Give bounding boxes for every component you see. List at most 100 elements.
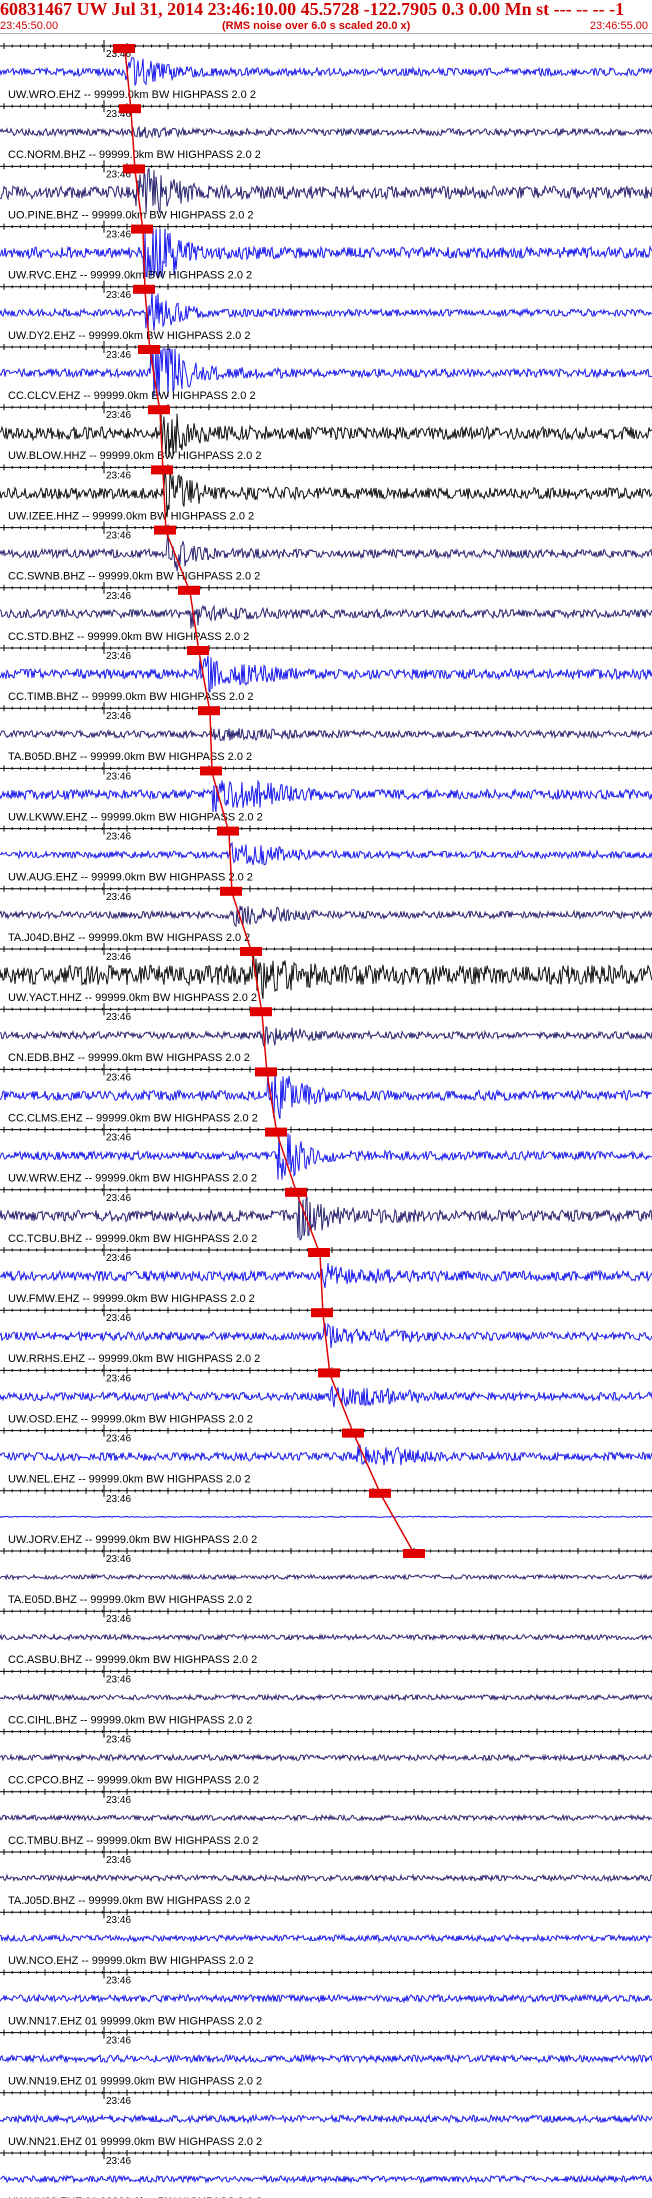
station-label: UW.YACT.HHZ -- 99999.0km BW HIGHPASS 2.0… bbox=[8, 992, 257, 1004]
minute-label: 23:46 bbox=[106, 1012, 131, 1023]
trace-row: 23:46 UW.AUG.EHZ -- 99999.0km BW HIGHPASS… bbox=[0, 822, 652, 884]
minute-label: 23:46 bbox=[106, 290, 131, 301]
waveform bbox=[0, 1813, 652, 1823]
minute-label: 23:46 bbox=[106, 1193, 131, 1204]
station-label: CC.CIHL.BHZ -- 99999.0km BW HIGHPASS 2.0… bbox=[8, 1714, 252, 1726]
station-label: CC.TIMB.BHZ -- 99999.0km BW HIGHPASS 2.0… bbox=[8, 691, 254, 703]
trace-row: 23:46 CC.TIMB.BHZ -- 99999.0km BW HIGHPAS… bbox=[0, 642, 652, 703]
pick-marker bbox=[220, 886, 242, 896]
waveform bbox=[0, 2053, 652, 2064]
station-label: UW.FMW.EHZ -- 99999.0km BW HIGHPASS 2.0 … bbox=[8, 1293, 255, 1305]
minute-label: 23:46 bbox=[106, 771, 131, 782]
minute-label: 23:46 bbox=[106, 1554, 131, 1565]
trace-row: 23:46 CC.STD.BHZ -- 99999.0km BW HIGHPASS… bbox=[0, 581, 652, 643]
waveform bbox=[0, 530, 652, 572]
waveform bbox=[0, 1444, 652, 1466]
station-label: CC.CLCV.EHZ -- 99999.0km BW HIGHPASS 2.0… bbox=[8, 390, 256, 402]
waveform bbox=[0, 125, 652, 139]
waveform bbox=[0, 1263, 652, 1288]
station-label: UW.WRO.EHZ -- 99999.0km BW HIGHPASS 2.0 … bbox=[8, 89, 256, 101]
trace-row: 23:46 CC.CLCV.EHZ -- 99999.0km BW HIGHPAS… bbox=[0, 341, 652, 402]
station-label: CC.TMBU.BHZ -- 99999.0km BW HIGHPASS 2.0… bbox=[8, 1835, 258, 1847]
minute-label: 23:46 bbox=[106, 1855, 131, 1866]
minute-label: 23:46 bbox=[106, 1735, 131, 1746]
trace-row: 23:46 TA.J05D.BHZ -- 99999.0km BW HIGHPAS… bbox=[0, 1846, 652, 1907]
minute-label: 23:46 bbox=[106, 1072, 131, 1083]
station-label: UW.RVC.EHZ -- 99999.0km BW HIGHPASS 2.0 … bbox=[8, 270, 252, 282]
minute-label: 23:46 bbox=[106, 1313, 131, 1324]
trace-row: 23:46CC.NORM.BHZ -- 99999.0km BW HIGHPAS… bbox=[0, 100, 652, 161]
station-label: UW.NCO.EHZ -- 99999.0km BW HIGHPASS 2.0 … bbox=[8, 1955, 254, 1967]
minute-label: 23:46 bbox=[106, 591, 131, 602]
trace-row: 23:46 UW.OSD.EHZ -- 99999.0km BW HIGHPASS… bbox=[0, 1364, 652, 1425]
trace-row: 23:46 CC.ASBU.BHZ -- 99999.0km BW HIGHPAS… bbox=[0, 1605, 652, 1666]
trace-row: 23:46 UW.JORV.EHZ -- 99999.0km BW HIGHPAS… bbox=[0, 1484, 652, 1546]
minute-label: 23:46 bbox=[106, 1614, 131, 1625]
trace-row: 23:46 UW.NN17.EHZ 01 99999.0km BW HIGHPAS… bbox=[0, 1966, 652, 2027]
station-label: UW.DY2.EHZ -- 99999.0km BW HIGHPASS 2.0 … bbox=[8, 330, 250, 342]
waveform bbox=[0, 1693, 652, 1702]
trace-row: 23:46 CC.CLMS.EHZ -- 99999.0km BW HIGHPAS… bbox=[0, 1063, 652, 1124]
pick-marker bbox=[311, 1308, 333, 1318]
trace-row: 23:46 UW.BLOW.HHZ -- 99999.0km BW HIGHPAS… bbox=[0, 401, 652, 462]
station-label: UW.NN21.EHZ 01 99999.0km BW HIGHPASS 2.0… bbox=[8, 2136, 262, 2148]
station-label: UW.OSD.EHZ -- 99999.0km BW HIGHPASS 2.0 … bbox=[8, 1413, 253, 1425]
trace-row: 23:46 UW.FMW.EHZ -- 99999.0km BW HIGHPASS… bbox=[0, 1244, 652, 1305]
station-label: CN.EDB.BHZ -- 99999.0km BW HIGHPASS 2.0 … bbox=[8, 1052, 250, 1064]
station-label: CC.CPCO.BHZ -- 99999.0km BW HIGHPASS 2.0… bbox=[8, 1775, 259, 1787]
waveform bbox=[0, 841, 652, 866]
trace-row: 23:46 TA.J04D.BHZ -- 99999.0km BW HIGHPAS… bbox=[0, 882, 652, 944]
trace-row: 23:46 CN.EDB.BHZ -- 99999.0km BW HIGHPASS… bbox=[0, 1003, 652, 1064]
station-label: UW.IZEE.HHZ -- 99999.0km BW HIGHPASS 2.0… bbox=[8, 510, 254, 522]
trace-row: 23:46 UW.WRW.EHZ -- 99999.0km BW HIGHPASS… bbox=[0, 1123, 652, 1185]
minute-label: 23:46 bbox=[106, 2156, 131, 2167]
trace-row: 23:46 UW.NN19.EHZ 01 99999.0km BW HIGHPAS… bbox=[0, 2026, 652, 2088]
station-label: CC.CLMS.EHZ -- 99999.0km BW HIGHPASS 2.0… bbox=[8, 1112, 258, 1124]
trace-row: 23:46 UW.DY2.EHZ -- 99999.0km BW HIGHPASS… bbox=[0, 280, 652, 342]
trace-row: 23:46UW.LKWW.EHZ -- 99999.0km BW HIGHPAS… bbox=[0, 762, 652, 823]
pick-marker bbox=[113, 44, 135, 53]
station-label: UW.RRHS.EHZ -- 99999.0km BW HIGHPASS 2.0… bbox=[8, 1353, 260, 1365]
minute-label: 23:46 bbox=[106, 531, 131, 542]
pick-marker bbox=[151, 465, 173, 475]
waveform bbox=[0, 726, 652, 742]
station-label: CC.SWNB.BHZ -- 99999.0km BW HIGHPASS 2.0… bbox=[8, 571, 260, 583]
trace-row: 23:46 UW.NEL.EHZ -- 99999.0km BW HIGHPASS… bbox=[0, 1424, 652, 1486]
trace-row: 23:46UW.NN32.EHZ 01 99999.0km BW HIGHPAS… bbox=[0, 2147, 652, 2198]
minute-label: 23:46 bbox=[106, 1373, 131, 1384]
trace-row: 23:46 UW.YACT.HHZ -- 99999.0km BW HIGHPAS… bbox=[0, 943, 652, 1004]
waveform bbox=[0, 56, 652, 87]
station-label: CC.TCBU.BHZ -- 99999.0km BW HIGHPASS 2.0… bbox=[8, 1233, 257, 1245]
station-label: TA.J05D.BHZ -- 99999.0km BW HIGHPASS 2.0… bbox=[8, 1895, 250, 1907]
station-label: UW.NEL.EHZ -- 99999.0km BW HIGHPASS 2.0 … bbox=[8, 1474, 250, 1486]
waveform bbox=[0, 604, 652, 629]
station-label: TA.E05D.BHZ -- 99999.0km BW HIGHPASS 2.0… bbox=[8, 1594, 252, 1606]
minute-label: 23:46 bbox=[106, 892, 131, 903]
waveform bbox=[0, 1873, 652, 1883]
station-label: TA.J04D.BHZ -- 99999.0km BW HIGHPASS 2.0… bbox=[8, 932, 250, 944]
minute-label: 23:46 bbox=[106, 230, 131, 241]
station-label: UW.WRW.EHZ -- 99999.0km BW HIGHPASS 2.0 … bbox=[8, 1173, 257, 1185]
trace-row: 23:46 CC.TMBU.BHZ -- 99999.0km BW HIGHPAS… bbox=[0, 1785, 652, 1847]
station-label: CC.ASBU.BHZ -- 99999.0km BW HIGHPASS 2.0… bbox=[8, 1654, 257, 1666]
waveform bbox=[0, 1025, 652, 1048]
waveform bbox=[0, 1515, 652, 1519]
minute-label: 23:46 bbox=[106, 2036, 131, 2047]
minute-label: 23:46 bbox=[106, 2096, 131, 2107]
waveform bbox=[0, 166, 652, 215]
minute-label: 23:46 bbox=[106, 1434, 131, 1445]
station-label: UO.PINE.BHZ -- 99999.0km BW HIGHPASS 2.0… bbox=[8, 209, 254, 221]
station-label: UW.NN19.EHZ 01 99999.0km BW HIGHPASS 2.0… bbox=[8, 2076, 262, 2088]
waveform bbox=[0, 1385, 652, 1408]
minute-label: 23:46 bbox=[106, 1253, 131, 1264]
minute-label: 23:46 bbox=[106, 1795, 131, 1806]
pick-marker bbox=[154, 525, 176, 535]
station-label: UW.NN17.EHZ 01 99999.0km BW HIGHPASS 2.0… bbox=[8, 2015, 262, 2027]
minute-label: 23:46 bbox=[106, 651, 131, 662]
station-label: CC.STD.BHZ -- 99999.0km BW HIGHPASS 2.0 … bbox=[8, 631, 249, 643]
waveform bbox=[0, 2113, 652, 2125]
waveform bbox=[0, 1933, 652, 1944]
minute-label: 23:46 bbox=[106, 1133, 131, 1144]
pick-marker bbox=[200, 766, 222, 776]
minute-label: 23:46 bbox=[106, 350, 131, 361]
